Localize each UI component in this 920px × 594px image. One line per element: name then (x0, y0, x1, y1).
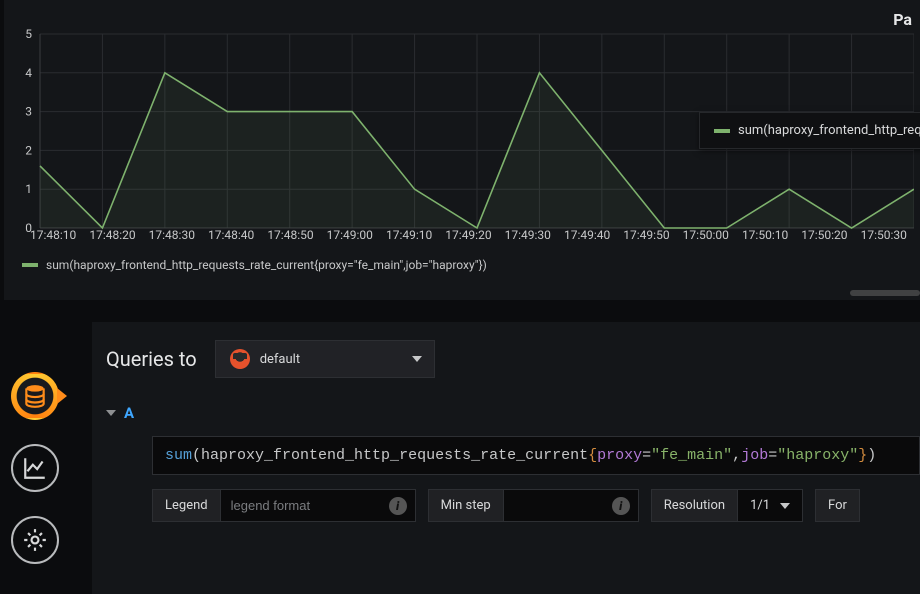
query-expression-input[interactable]: sum(haproxy_frontend_http_requests_rate_… (152, 436, 920, 475)
x-tick: 17:49:20 (445, 228, 504, 242)
resolution-label: Resolution (652, 490, 738, 521)
gear-icon (22, 527, 48, 553)
legend-label: Legend (153, 490, 221, 521)
legend-swatch (22, 263, 38, 267)
tooltip-text: sum(haproxy_frontend_http_req (738, 123, 920, 138)
chevron-down-icon (780, 503, 790, 509)
resolution-option: Resolution 1/1 (651, 489, 803, 522)
svg-text:5: 5 (25, 28, 32, 41)
x-tick: 17:48:40 (208, 228, 267, 242)
x-tick: 17:50:30 (861, 228, 920, 242)
format-option: For (815, 489, 860, 522)
datasource-picker[interactable]: default (215, 340, 435, 378)
x-tick: 17:50:00 (683, 228, 742, 242)
prometheus-icon (230, 349, 250, 369)
x-tick: 17:50:10 (742, 228, 801, 242)
info-icon[interactable]: i (612, 497, 630, 515)
x-axis-ticks: 17:48:1017:48:2017:48:3017:48:4017:48:50… (30, 228, 920, 242)
x-tick: 17:49:00 (327, 228, 386, 242)
x-tick: 17:48:10 (30, 228, 89, 242)
x-tick: 17:50:20 (801, 228, 860, 242)
query-options-row: Legend i Min step i Resolution 1/1 For (152, 489, 920, 522)
info-icon[interactable]: i (389, 497, 407, 515)
tab-queries[interactable] (11, 372, 59, 420)
x-tick: 17:48:20 (89, 228, 148, 242)
minstep-label: Min step (429, 490, 504, 521)
chevron-down-icon (412, 356, 422, 362)
x-tick: 17:49:50 (623, 228, 682, 242)
query-row-toggle[interactable]: A (106, 404, 920, 422)
svg-text:2: 2 (25, 143, 32, 157)
database-icon (22, 383, 48, 409)
svg-text:1: 1 (25, 182, 32, 196)
x-tick: 17:49:30 (505, 228, 564, 242)
legend-option: Legend i (152, 489, 416, 522)
datasource-name: default (260, 352, 300, 367)
legend-scroll-thumb[interactable] (850, 290, 920, 296)
resolution-select[interactable]: 1/1 (738, 490, 802, 521)
svg-text:4: 4 (25, 66, 32, 80)
editor-region: Queries to default A sum(haproxy_fronten… (0, 300, 920, 594)
tooltip-swatch (714, 129, 730, 133)
chart-legend[interactable]: sum(haproxy_frontend_http_requests_rate_… (22, 258, 487, 272)
chevron-down-icon (106, 410, 116, 416)
panel-title: Pa (893, 10, 912, 29)
legend-text: sum(haproxy_frontend_http_requests_rate_… (46, 258, 487, 272)
x-tick: 17:49:40 (564, 228, 623, 242)
tab-visualization[interactable] (11, 444, 59, 492)
tab-general[interactable] (11, 516, 59, 564)
svg-text:3: 3 (25, 105, 32, 119)
graph-panel: Pa 012345 17:48:1017:48:2017:48:3017:48:… (4, 0, 920, 300)
chart-tooltip: sum(haproxy_frontend_http_req (699, 112, 920, 149)
queries-to-label: Queries to (106, 347, 197, 371)
editor-tabs-rail (0, 372, 70, 564)
x-tick: 17:48:50 (267, 228, 326, 242)
x-tick: 17:48:30 (149, 228, 208, 242)
chart-icon (22, 455, 48, 481)
query-editor-panel: Queries to default A sum(haproxy_fronten… (92, 322, 920, 594)
format-label: For (816, 490, 859, 521)
datasource-row: Queries to default (106, 340, 920, 378)
minstep-option: Min step i (428, 489, 639, 522)
resolution-value: 1/1 (750, 498, 770, 513)
minstep-input[interactable] (504, 490, 604, 521)
x-tick: 17:49:10 (386, 228, 445, 242)
legend-input[interactable] (221, 490, 381, 521)
query-ref-letter: A (124, 404, 134, 422)
